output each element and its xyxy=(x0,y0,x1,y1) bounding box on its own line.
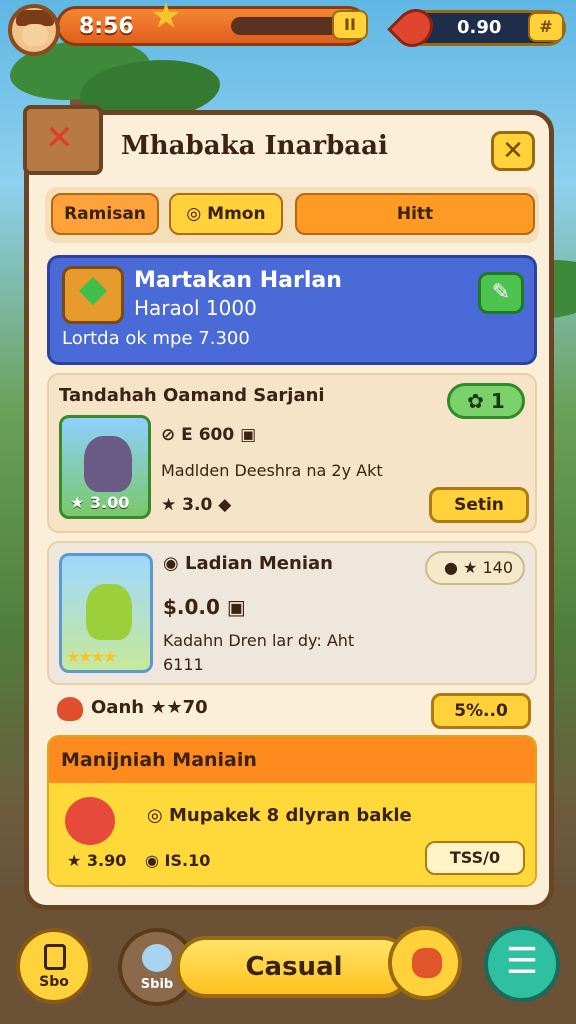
shop-item-1[interactable]: Tandahah Oamand Sarjani ✿ 1 ★ 3.00 ⊘ E 6… xyxy=(47,373,537,533)
wolf-pet-icon xyxy=(84,436,132,492)
tab-bar: Ramisan ◎ Mmon Hitt xyxy=(45,187,539,243)
shop-item-2[interactable]: ★★★★ ◉ Ladian Menian ● ★ 140 $.0.0 ▣ Kad… xyxy=(47,541,537,685)
item-1-pet-image: ★ 3.00 xyxy=(59,415,151,519)
summary-label: Oanh ★★70 xyxy=(91,697,208,718)
featured-title: Martakan Harlan xyxy=(134,268,342,293)
menu-icon: ☰ xyxy=(505,941,539,982)
special-offer-value: ◉ IS.10 xyxy=(145,851,211,870)
item-1-rating: ★ 3.0 ◆ xyxy=(161,495,232,515)
inventory-icon xyxy=(44,944,66,970)
treat-button[interactable] xyxy=(388,926,462,1000)
fox-pet-icon xyxy=(86,584,132,640)
xp-plus-button[interactable]: II xyxy=(332,10,368,40)
special-offer-description: ◎ Mupakek 8 dlyran bakle xyxy=(147,805,412,826)
heart-icon xyxy=(57,697,83,721)
special-offer-rating: ★ 3.90 xyxy=(67,851,127,870)
close-button[interactable]: ✕ xyxy=(491,131,535,171)
chest-icon xyxy=(62,266,124,324)
crate-icon: ✕ xyxy=(23,105,103,175)
summary-button[interactable]: 5%..0 xyxy=(431,693,531,729)
avatar[interactable] xyxy=(8,4,60,56)
item-1-price-chip: ⊘ E 600 ▣ xyxy=(161,425,257,445)
featured-card[interactable]: Martakan Harlan Haraol 1000 Lortda ok mp… xyxy=(47,255,537,365)
item-1-title: Tandahah Oamand Sarjani xyxy=(59,385,325,406)
casual-button[interactable]: Casual xyxy=(176,936,412,998)
pencil-icon: ✎ xyxy=(491,280,511,305)
special-offer-card[interactable]: Manijniah Maniain ◎ Mupakek 8 dlyran bak… xyxy=(47,735,537,887)
inventory-label: Sbo xyxy=(39,974,69,990)
top-hud: 8:56 II 0.90 # xyxy=(0,0,576,60)
creature-icon xyxy=(65,797,115,845)
special-offer-buy-button[interactable]: TSS/0 xyxy=(425,841,525,875)
panel-title: Mhabaka Inarbaai xyxy=(121,131,388,161)
item-2-pill: ● ★ 140 xyxy=(425,551,525,585)
inventory-button[interactable]: Sbo xyxy=(16,928,92,1004)
item-2-title: ◉ Ladian Menian xyxy=(163,553,333,574)
item-2-description: Kadahn Dren lar dy: Aht xyxy=(163,631,355,650)
close-icon: ✕ xyxy=(502,136,524,166)
tab-1[interactable]: Ramisan xyxy=(51,193,159,235)
special-offer-title: Manijniah Maniain xyxy=(49,737,535,783)
item-2-description-2: 6111 xyxy=(163,655,204,674)
item-1-description: Madlden Deeshra na 2y Akt xyxy=(161,461,383,480)
bottom-bar: Sbo Sbib Casual ☰ xyxy=(0,920,576,1024)
shop-panel: ✕ Mhabaka Inarbaai ✕ Ramisan ◎ Mmon Hitt… xyxy=(23,105,554,910)
featured-subtitle: Haraol 1000 xyxy=(134,296,257,320)
item-2-pet-image: ★★★★ xyxy=(59,553,153,673)
summary-row: Oanh ★★70 5%..0 xyxy=(47,689,537,731)
item-1-count-badge: ✿ 1 xyxy=(447,383,525,419)
item-1-set-button[interactable]: Setin xyxy=(429,487,529,523)
add-coins-button[interactable]: # xyxy=(528,12,564,42)
item-2-stars: ★★★★ xyxy=(66,647,117,666)
item-2-price: $.0.0 ▣ xyxy=(163,595,246,619)
coin-amount: 0.90 xyxy=(457,17,502,38)
featured-detail: Lortda ok mpe 7.300 xyxy=(62,328,250,349)
item-1-pet-price: ★ 3.00 xyxy=(70,493,130,512)
tab-3[interactable]: Hitt xyxy=(295,193,535,235)
tab-2-label: Mmon xyxy=(207,204,266,224)
tab-2[interactable]: ◎ Mmon xyxy=(169,193,283,235)
timer-bar: 8:56 xyxy=(56,6,368,46)
timer-text: 8:56 xyxy=(79,14,134,39)
xp-bar xyxy=(231,17,347,35)
edit-button[interactable]: ✎ xyxy=(478,272,524,314)
pet-icon xyxy=(142,944,172,972)
menu-button[interactable]: ☰ xyxy=(484,926,560,1002)
